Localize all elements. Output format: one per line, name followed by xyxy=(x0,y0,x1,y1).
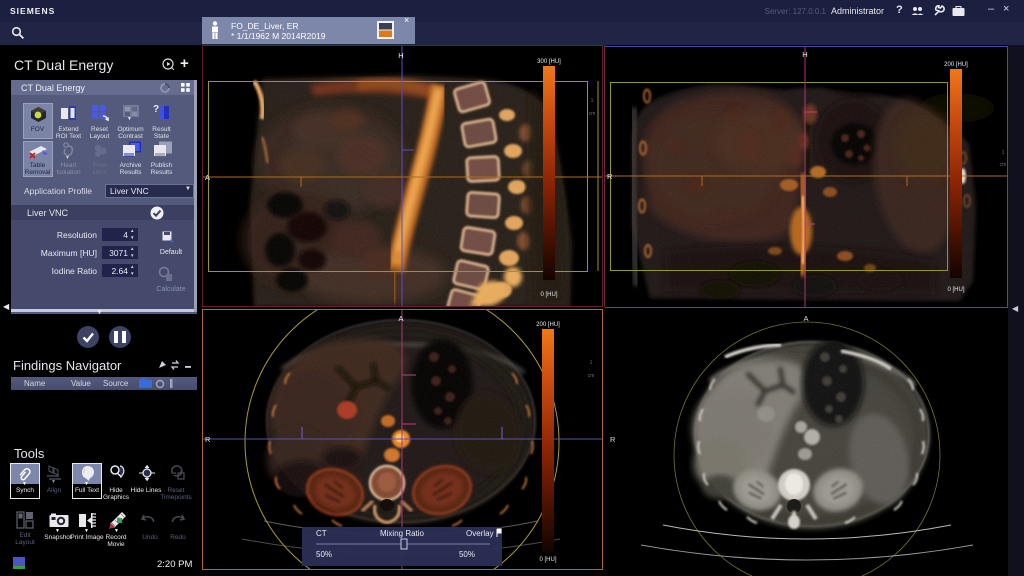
svg-text:Mixing Ratio: Mixing Ratio xyxy=(380,529,425,538)
svg-text:1: 1 xyxy=(590,360,593,366)
svg-text:50%: 50% xyxy=(316,550,332,559)
svg-text:cm: cm xyxy=(589,111,596,117)
svg-text:50%: 50% xyxy=(459,550,475,559)
svg-text:?: ? xyxy=(153,104,159,115)
svg-text:300 [HU]: 300 [HU] xyxy=(537,59,561,65)
svg-text:R: R xyxy=(610,435,616,444)
svg-text:H: H xyxy=(398,51,403,60)
svg-text:R: R xyxy=(205,435,211,444)
svg-text:0 [HU]: 0 [HU] xyxy=(540,292,557,298)
svg-text:A: A xyxy=(398,314,403,323)
svg-text:A: A xyxy=(803,314,808,323)
svg-text:Overlay: Overlay xyxy=(466,529,494,538)
svg-text:H: H xyxy=(802,50,807,59)
svg-text:1: 1 xyxy=(591,98,594,104)
svg-text:200 [HU]: 200 [HU] xyxy=(944,62,968,68)
svg-text:cm: cm xyxy=(1000,162,1007,168)
svg-text:R: R xyxy=(607,172,613,181)
svg-text:A: A xyxy=(205,173,210,182)
svg-text:0 [HU]: 0 [HU] xyxy=(947,287,964,293)
svg-text:CT: CT xyxy=(316,529,327,538)
svg-text:cm: cm xyxy=(588,373,595,379)
svg-text:200 [HU]: 200 [HU] xyxy=(536,322,560,328)
svg-text:0 [HU]: 0 [HU] xyxy=(539,557,556,563)
svg-text:1: 1 xyxy=(1002,150,1005,156)
